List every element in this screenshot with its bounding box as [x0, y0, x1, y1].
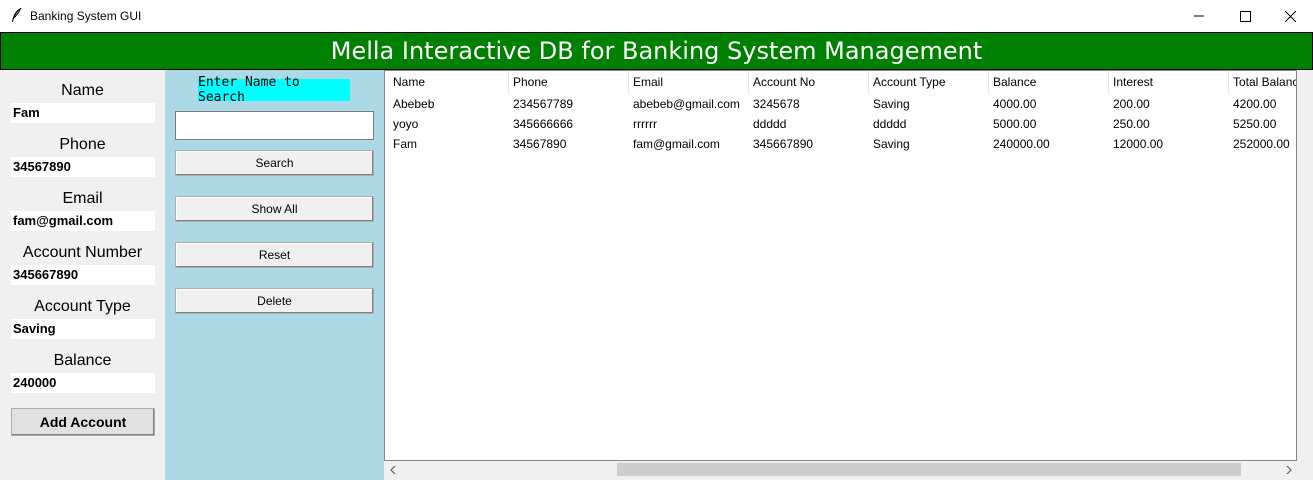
table-row[interactable]: Abebeb 234567789 abebeb@gmail.com 324567… — [385, 94, 1296, 114]
reset-button[interactable]: Reset — [175, 242, 374, 268]
column-header-total-balance[interactable]: Total Balance — [1229, 71, 1296, 94]
cell-total-balance: 4200.00 — [1233, 97, 1277, 111]
accounts-table[interactable]: Name Phone Email Account No Account Type… — [384, 70, 1297, 461]
scrollbar-thumb[interactable] — [617, 463, 1241, 476]
minimize-button[interactable] — [1176, 0, 1222, 32]
account-type-field[interactable]: Saving — [11, 319, 155, 339]
email-field[interactable]: fam@gmail.com — [11, 211, 155, 231]
search-panel: Enter Name to Search Search Show All Res… — [165, 70, 384, 480]
table-row[interactable]: yoyo 345666666 rrrrrr ddddd ddddd 5000.0… — [385, 114, 1296, 134]
account-form: Name Fam Phone 34567890 Email fam@gmail.… — [0, 70, 165, 480]
chevron-right-icon — [1286, 465, 1292, 474]
search-input[interactable] — [175, 111, 374, 140]
scroll-left-button[interactable] — [384, 461, 401, 478]
cell-balance: 5000.00 — [993, 117, 1037, 131]
banner-title: Mella Interactive DB for Banking System … — [330, 37, 983, 65]
window-titlebar: Banking System GUI — [0, 0, 1313, 32]
cell-interest: 12000.00 — [1113, 137, 1164, 151]
cell-account-no: ddddd — [753, 117, 787, 131]
cell-name: Fam — [393, 137, 417, 151]
cell-phone: 345666666 — [513, 117, 574, 131]
account-number-label: Account Number — [22, 244, 143, 261]
search-button[interactable]: Search — [175, 150, 374, 176]
cell-account-type: Saving — [873, 97, 910, 111]
cell-account-no: 345667890 — [753, 137, 814, 151]
cell-total-balance: 252000.00 — [1233, 137, 1290, 151]
cell-name: Abebeb — [393, 97, 435, 111]
balance-label: Balance — [53, 352, 112, 369]
account-type-label: Account Type — [34, 298, 131, 315]
add-account-button[interactable]: Add Account — [11, 408, 155, 436]
cell-name: yoyo — [393, 117, 419, 131]
cell-email: abebeb@gmail.com — [633, 97, 740, 111]
account-number-field[interactable]: 345667890 — [11, 265, 155, 285]
header-banner: Mella Interactive DB for Banking System … — [0, 32, 1313, 70]
maximize-icon — [1239, 10, 1251, 22]
column-header-email[interactable]: Email — [629, 71, 749, 94]
window-title: Banking System GUI — [30, 9, 142, 23]
cell-interest: 250.00 — [1113, 117, 1150, 131]
column-header-interest[interactable]: Interest — [1109, 71, 1229, 94]
chevron-left-icon — [389, 465, 395, 474]
column-header-account-type[interactable]: Account Type — [869, 71, 989, 94]
cell-balance: 4000.00 — [993, 97, 1037, 111]
delete-button[interactable]: Delete — [175, 288, 374, 314]
balance-field[interactable]: 240000 — [11, 373, 155, 393]
phone-field[interactable]: 34567890 — [11, 157, 155, 177]
cell-email: fam@gmail.com — [633, 137, 720, 151]
close-icon — [1284, 10, 1296, 22]
cell-account-no: 3245678 — [753, 97, 800, 111]
feather-icon — [12, 7, 22, 22]
table-header: Name Phone Email Account No Account Type… — [385, 71, 1296, 94]
cell-total-balance: 5250.00 — [1233, 117, 1277, 131]
maximize-button[interactable] — [1222, 0, 1268, 32]
horizontal-scrollbar[interactable] — [384, 461, 1297, 478]
name-label: Name — [61, 82, 104, 99]
name-field[interactable]: Fam — [11, 103, 155, 123]
show-all-button[interactable]: Show All — [175, 196, 374, 222]
close-button[interactable] — [1267, 0, 1313, 32]
cell-phone: 34567890 — [513, 137, 567, 151]
phone-label: Phone — [59, 136, 106, 153]
column-header-account-no[interactable]: Account No — [749, 71, 869, 94]
email-label: Email — [62, 190, 103, 207]
column-header-name[interactable]: Name — [389, 71, 509, 94]
column-header-phone[interactable]: Phone — [509, 71, 629, 94]
cell-account-type: Saving — [873, 137, 910, 151]
cell-phone: 234567789 — [513, 97, 574, 111]
scroll-right-button[interactable] — [1280, 461, 1297, 478]
search-label: Enter Name to Search — [198, 75, 350, 105]
cell-account-type: ddddd — [873, 117, 907, 131]
cell-balance: 240000.00 — [993, 137, 1050, 151]
minimize-icon — [1194, 15, 1204, 17]
cell-email: rrrrrr — [633, 117, 657, 131]
cell-interest: 200.00 — [1113, 97, 1150, 111]
table-row[interactable]: Fam 34567890 fam@gmail.com 345667890 Sav… — [385, 134, 1296, 154]
column-header-balance[interactable]: Balance — [989, 71, 1109, 94]
